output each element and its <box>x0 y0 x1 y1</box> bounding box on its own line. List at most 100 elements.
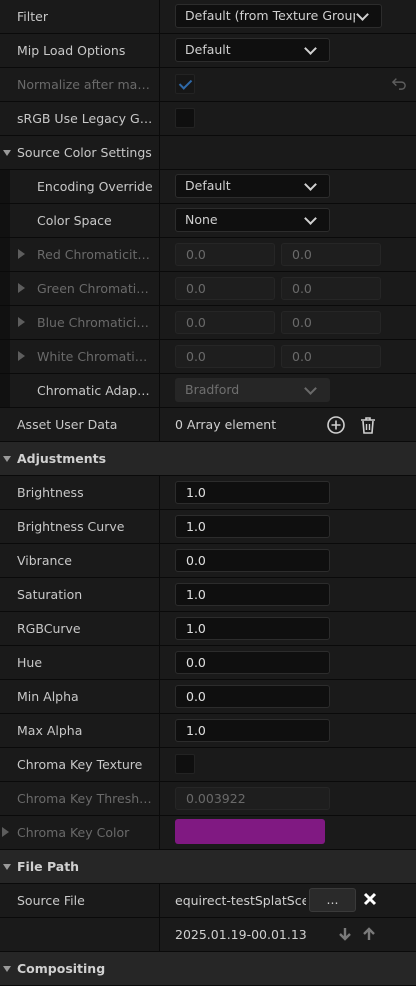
reset-arrow-icon[interactable] <box>392 76 406 90</box>
expand-down-icon <box>3 966 11 972</box>
asset-user-data-row: Asset User Data 0 Array element <box>0 408 416 442</box>
chromatic-adaptation-value: Bradford <box>185 382 240 397</box>
vibrance-input[interactable]: 0.0 <box>175 549 330 572</box>
brightness-curve-row: Brightness Curve 1.0 <box>0 510 416 544</box>
mip-load-dropdown-value: Default <box>185 42 231 57</box>
normalize-row: Normalize after makin... <box>0 68 416 102</box>
brightness-input[interactable]: 1.0 <box>175 481 330 504</box>
file-path-header[interactable]: File Path <box>0 850 416 884</box>
green-chromaticity-label: Green Chromaticit... <box>37 281 153 296</box>
expand-right-icon[interactable] <box>18 249 25 259</box>
chroma-key-color-label: Chroma Key Color <box>17 825 130 840</box>
brightness-label: Brightness <box>17 485 84 500</box>
rgbcurve-input[interactable]: 1.0 <box>175 617 330 640</box>
source-color-settings-row[interactable]: Source Color Settings <box>0 136 416 170</box>
expand-right-icon[interactable] <box>18 317 25 327</box>
clear-x-icon[interactable] <box>362 891 378 907</box>
timestamp-row: 2025.01.19-00.01.13 <box>0 918 416 952</box>
chroma-key-threshold-input: 0.003922 <box>175 787 330 810</box>
mip-load-dropdown[interactable]: Default <box>175 38 330 62</box>
source-file-timestamp: 2025.01.19-00.01.13 <box>175 927 307 942</box>
blue-chromaticity-row: Blue Chromaticity... 0.0 0.0 <box>0 306 416 340</box>
expand-right-icon[interactable] <box>18 351 25 361</box>
arrow-down-icon[interactable] <box>338 927 352 941</box>
srgb-row: sRGB Use Legacy Ga... <box>0 102 416 136</box>
chromatic-adaptation-dropdown: Bradford <box>175 378 330 402</box>
adjustments-header[interactable]: Adjustments <box>0 442 416 476</box>
chroma-key-texture-checkbox[interactable] <box>175 754 195 774</box>
normalize-label: Normalize after makin... <box>17 77 153 92</box>
red-chromaticity-x: 0.0 <box>175 243 275 266</box>
chevron-down-icon <box>356 8 369 21</box>
rgbcurve-label: RGBCurve <box>17 621 81 636</box>
white-chromaticity-x: 0.0 <box>175 345 275 368</box>
blue-chromaticity-y: 0.0 <box>281 311 381 334</box>
red-chromaticity-row: Red Chromaticity C... 0.0 0.0 <box>0 238 416 272</box>
saturation-input[interactable]: 1.0 <box>175 583 330 606</box>
srgb-label: sRGB Use Legacy Ga... <box>17 111 153 126</box>
normalize-checkbox[interactable] <box>175 74 195 94</box>
chroma-key-texture-label: Chroma Key Texture <box>17 757 143 772</box>
chroma-key-threshold-row: Chroma Key Threshold 0.003922 <box>0 782 416 816</box>
add-element-icon[interactable] <box>326 415 346 435</box>
expand-down-icon <box>3 150 11 156</box>
chromatic-adaptation-label: Chromatic Adaptati... <box>37 383 153 398</box>
encoding-override-dropdown[interactable]: Default <box>175 174 330 198</box>
color-space-label: Color Space <box>37 213 112 228</box>
brightness-curve-label: Brightness Curve <box>17 519 125 534</box>
vibrance-row: Vibrance 0.0 <box>0 544 416 578</box>
chevron-down-icon <box>304 178 317 191</box>
hue-label: Hue <box>17 655 43 670</box>
color-space-row: Color Space None <box>0 204 416 238</box>
srgb-checkbox[interactable] <box>175 108 195 128</box>
saturation-row: Saturation 1.0 <box>0 578 416 612</box>
chevron-down-icon <box>304 42 317 55</box>
filter-dropdown-value: Default (from Texture Group) <box>185 8 355 23</box>
source-file-label: Source File <box>17 893 85 908</box>
vibrance-label: Vibrance <box>17 553 72 568</box>
green-chromaticity-x: 0.0 <box>175 277 275 300</box>
hue-input[interactable]: 0.0 <box>175 651 330 674</box>
min-alpha-input[interactable]: 0.0 <box>175 685 330 708</box>
compositing-title: Compositing <box>17 961 106 976</box>
expand-right-icon[interactable] <box>18 283 25 293</box>
max-alpha-input[interactable]: 1.0 <box>175 719 330 742</box>
expand-down-icon <box>3 456 11 462</box>
min-alpha-label: Min Alpha <box>17 689 79 704</box>
chroma-key-color-swatch[interactable] <box>175 819 325 844</box>
filter-dropdown[interactable]: Default (from Texture Group) <box>175 4 382 28</box>
chroma-key-texture-row: Chroma Key Texture <box>0 748 416 782</box>
encoding-override-value: Default <box>185 178 231 193</box>
details-panel: Filter Default (from Texture Group) Mip … <box>0 0 416 986</box>
chevron-down-icon <box>304 382 317 395</box>
color-space-dropdown[interactable]: None <box>175 208 330 232</box>
asset-user-data-value: 0 Array element <box>175 417 277 432</box>
max-alpha-row: Max Alpha 1.0 <box>0 714 416 748</box>
expand-right-icon[interactable] <box>2 827 9 837</box>
chromatic-adaptation-row: Chromatic Adaptati... Bradford <box>0 374 416 408</box>
white-chromaticity-label: White Chromaticity... <box>37 349 153 364</box>
red-chromaticity-y: 0.0 <box>281 243 381 266</box>
blue-chromaticity-x: 0.0 <box>175 311 275 334</box>
filter-label: Filter <box>17 9 48 24</box>
adjustments-title: Adjustments <box>17 451 107 466</box>
expand-down-icon <box>3 864 11 870</box>
chroma-key-threshold-label: Chroma Key Threshold <box>17 791 153 806</box>
mip-load-row: Mip Load Options Default <box>0 34 416 68</box>
brightness-row: Brightness 1.0 <box>0 476 416 510</box>
brightness-curve-input[interactable]: 1.0 <box>175 515 330 538</box>
hue-row: Hue 0.0 <box>0 646 416 680</box>
green-chromaticity-row: Green Chromaticit... 0.0 0.0 <box>0 272 416 306</box>
source-file-row: Source File equirect-testSplatScen ... <box>0 884 416 918</box>
asset-user-data-label: Asset User Data <box>17 417 118 432</box>
encoding-override-label: Encoding Override <box>37 179 153 194</box>
trash-icon[interactable] <box>358 415 378 435</box>
encoding-override-row: Encoding Override Default <box>0 170 416 204</box>
filter-row: Filter Default (from Texture Group) <box>0 0 416 34</box>
compositing-header[interactable]: Compositing <box>0 952 416 986</box>
max-alpha-label: Max Alpha <box>17 723 83 738</box>
browse-button[interactable]: ... <box>309 888 356 912</box>
white-chromaticity-row: White Chromaticity... 0.0 0.0 <box>0 340 416 374</box>
red-chromaticity-label: Red Chromaticity C... <box>37 247 153 262</box>
arrow-up-icon[interactable] <box>362 927 376 941</box>
